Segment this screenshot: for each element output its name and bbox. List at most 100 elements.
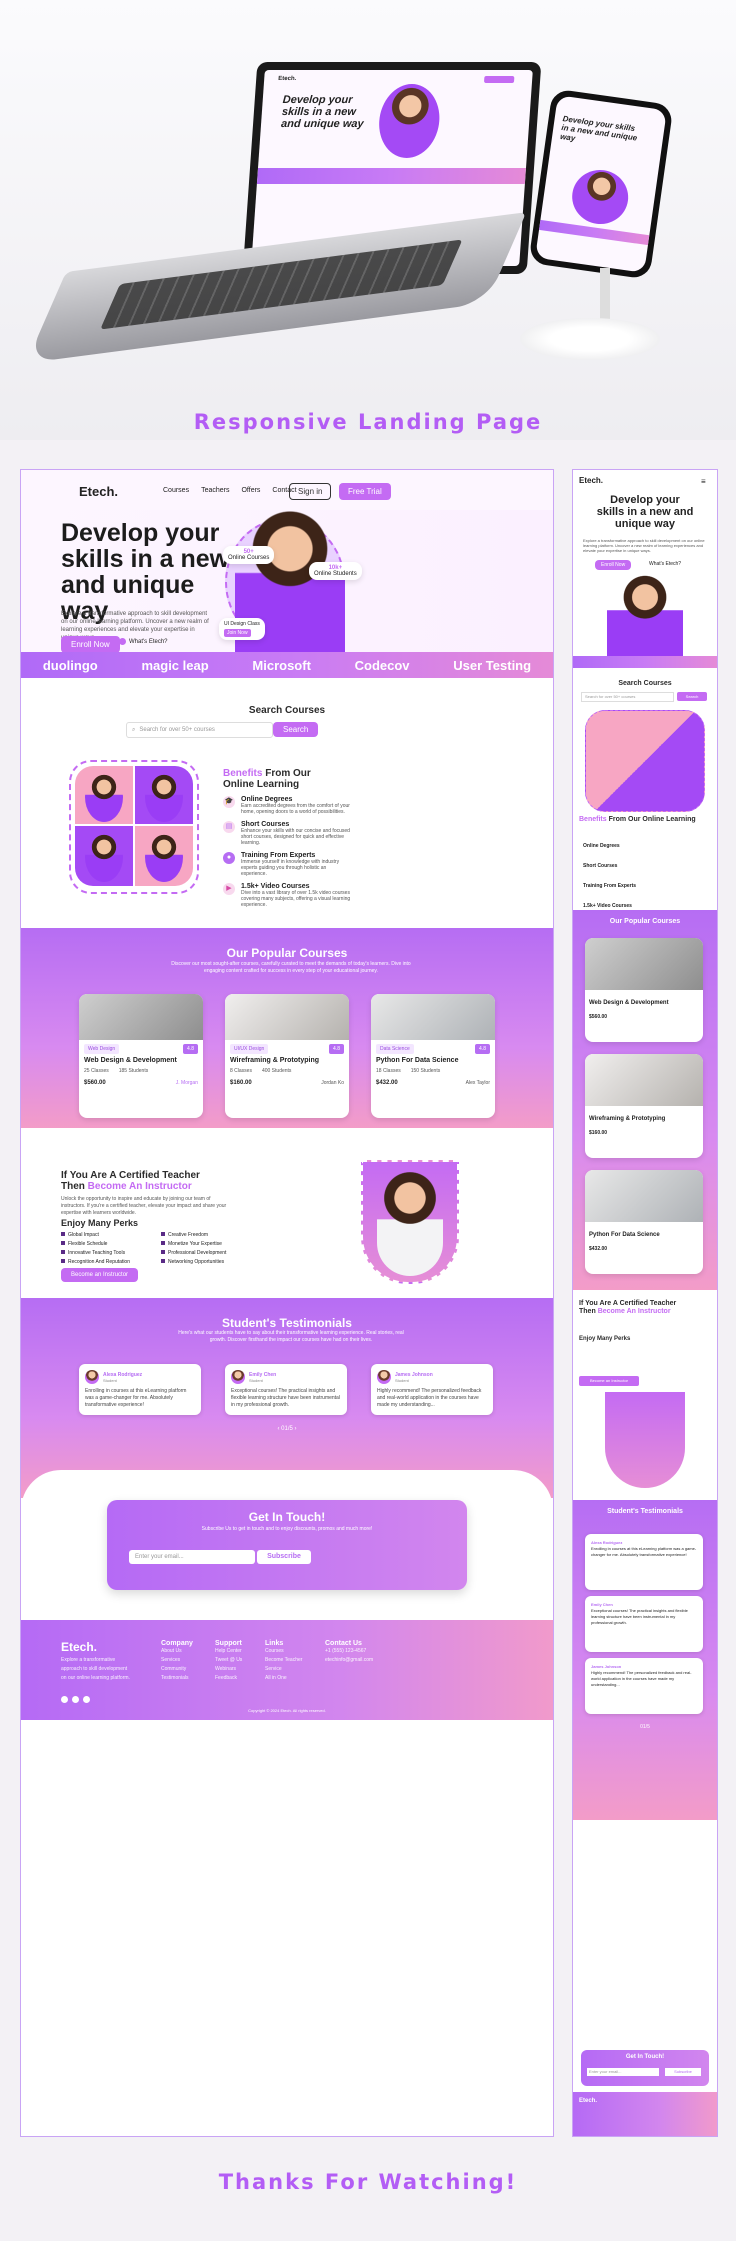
check-icon xyxy=(161,1232,165,1236)
subscribe-button[interactable]: Subscribe xyxy=(257,1550,311,1564)
join-now-button[interactable]: Join Now xyxy=(224,629,251,637)
testimonial-pager: ‹ 01/5 › xyxy=(277,1426,297,1432)
benefit-item: ▶ 1.5k+ Video Courses Dive into a vast li… xyxy=(223,883,353,908)
search-input[interactable]: ⌕ Search for over 50+ courses xyxy=(126,722,273,738)
benefits-title: Benefits From Our Online Learning xyxy=(223,768,311,790)
what-is-link[interactable]: What's Etech? xyxy=(119,638,168,645)
mobile-course-card[interactable]: Python For Data Science $432.00 xyxy=(585,1170,703,1274)
footer-logo[interactable]: Etech. xyxy=(61,1640,97,1654)
perk-item: Creative Freedom xyxy=(161,1232,261,1238)
mobile-enroll-button[interactable]: Enroll Now xyxy=(595,560,632,570)
hero-section: Develop your skills in a new and unique … xyxy=(21,502,553,658)
perks-title: Enjoy Many Perks xyxy=(61,1218,139,1228)
teacher-title: If You Are A Certified Teacher Then Beco… xyxy=(61,1170,200,1192)
partners-band: duolingo magic leap Microsoft Codecov Us… xyxy=(21,652,553,678)
mobile-popular-section: Our Popular Courses Web Design & Develop… xyxy=(573,910,717,1290)
course-image xyxy=(371,994,495,1040)
course-card[interactable]: Data Science 4.8 Python For Data Science … xyxy=(371,994,495,1118)
phone-stand-base xyxy=(520,318,660,360)
enroll-button[interactable]: Enroll Now xyxy=(61,636,120,653)
course-image xyxy=(225,994,349,1040)
mobile-course-card[interactable]: Web Design & Development $560.00 xyxy=(585,938,703,1042)
hamburger-menu-icon[interactable]: ≡ xyxy=(701,477,706,486)
mobile-teacher-title: If You Are A Certified Teacher Then Beco… xyxy=(579,1300,677,1315)
footer-social xyxy=(61,1696,90,1703)
mobile-what-is-link[interactable]: What's Etech? xyxy=(649,561,681,567)
sign-in-button[interactable]: Sign in xyxy=(289,483,332,500)
avatar xyxy=(85,1370,99,1384)
mobile-benefits-list: Online Degrees Short Courses Training Fr… xyxy=(583,843,637,909)
copyright: Copyright © 2024 Etech. All rights reser… xyxy=(248,1708,326,1713)
search-button[interactable]: Search xyxy=(273,722,319,737)
course-card[interactable]: UI/UX Design 4.8 Wireframing & Prototypin… xyxy=(225,994,349,1118)
nav-item-teachers[interactable]: Teachers xyxy=(201,487,229,494)
student-photo-3 xyxy=(75,826,133,886)
mobile-testimonials-title: Student's Testimonials xyxy=(607,1508,683,1515)
nav-item-courses[interactable]: Courses xyxy=(163,487,189,494)
become-instructor-button[interactable]: Become an Instructor xyxy=(61,1268,139,1282)
mobile-footer: Etech. xyxy=(573,2092,717,2136)
perk-item: Innovative Teaching Tools xyxy=(61,1250,161,1256)
mobile-subscribe-button[interactable]: Subscribe xyxy=(665,2068,701,2076)
teacher-description: Unlock the opportunity to inspire and ed… xyxy=(61,1196,227,1216)
popular-title: Our Popular Courses xyxy=(226,946,348,960)
mobile-hero-description: Explore a transformative approach to ski… xyxy=(583,538,705,553)
mobile-search-title: Search Courses xyxy=(618,680,672,687)
testimonial-card: James Johnson Student Highly recommend! T… xyxy=(371,1364,493,1415)
footer: Etech. Explore a transformative approach… xyxy=(21,1620,553,1720)
mobile-popular-title: Our Popular Courses xyxy=(609,918,681,925)
student-photo-4 xyxy=(135,826,193,886)
perk-item: Recognition And Reputation xyxy=(61,1259,161,1265)
mobile-benefits-title: Benefits From Our Online Learning xyxy=(579,816,696,823)
benefit-item: 🎓 Online Degrees Earn accredited degrees … xyxy=(223,796,350,815)
search-icon: ⌕ xyxy=(132,726,136,733)
mobile-search-input[interactable]: Search for over 50+ courses xyxy=(581,692,674,702)
free-trial-button[interactable]: Free Trial xyxy=(339,483,391,500)
mobile-become-instructor-button[interactable]: Become an Instructor xyxy=(579,1376,639,1386)
facebook-icon[interactable] xyxy=(61,1696,68,1703)
mobile-page: Etech. ≡ Develop your skills in a new an… xyxy=(572,469,718,2137)
check-icon xyxy=(161,1241,165,1245)
chevron-left-icon[interactable]: ‹ xyxy=(277,1426,279,1432)
mobile-benefits-image xyxy=(585,710,705,812)
perks-list: Global Impact Creative Freedom Flexible … xyxy=(61,1232,261,1265)
testimonials-title: Student's Testimonials xyxy=(222,1316,352,1330)
course-card[interactable]: Web Design 4.8 Web Design & Development 2… xyxy=(79,994,203,1118)
chevron-right-icon[interactable]: › xyxy=(295,1426,297,1432)
tutor-card: UI Design Class Join Now xyxy=(219,618,265,640)
avatar xyxy=(377,1370,391,1384)
nav-menu: Courses Teachers Offers Contact xyxy=(163,487,297,494)
mobile-search-button[interactable]: Search xyxy=(677,692,707,701)
email-input[interactable]: Enter your email... xyxy=(129,1550,255,1564)
book-icon: ▤ xyxy=(223,821,235,833)
mobile-footer-logo[interactable]: Etech. xyxy=(579,2098,597,2104)
mobile-contact-title: Get In Touch! xyxy=(625,2054,665,2060)
contact-card: Get In Touch! Subscribe Us to get in tou… xyxy=(107,1500,467,1590)
mobile-logo[interactable]: Etech. xyxy=(579,476,603,485)
student-photo-2 xyxy=(135,766,193,824)
popular-courses-section: Our Popular Courses Discover our most so… xyxy=(21,928,553,1128)
phone-hero-image xyxy=(568,166,632,228)
perk-item: Professional Development xyxy=(161,1250,261,1256)
mobile-hero-image xyxy=(607,572,683,656)
play-icon xyxy=(119,638,126,645)
nav-item-offers[interactable]: Offers xyxy=(241,487,260,494)
twitter-icon[interactable] xyxy=(72,1696,79,1703)
contact-subtitle: Subscribe Us to get in touch and to enjo… xyxy=(201,1526,373,1532)
phone-screen: Develop your skills in a new and unique … xyxy=(535,95,667,273)
mobile-email-input[interactable]: Enter your email... xyxy=(587,2068,659,2076)
mobile-course-card[interactable]: Wireframing & Prototyping $160.00 xyxy=(585,1054,703,1158)
graduation-cap-icon: 🎓 xyxy=(223,796,235,808)
avatar xyxy=(231,1370,245,1384)
check-icon xyxy=(61,1259,65,1263)
mobile-contact-card: Get In Touch! Enter your email... Subscr… xyxy=(581,2050,709,2086)
perk-item: Monetize Your Expertise xyxy=(161,1241,261,1247)
partner-codecov: Codecov xyxy=(354,657,410,673)
benefits-image-frame xyxy=(69,760,199,894)
student-photo-1 xyxy=(75,766,133,824)
mobile-testimonials-section: Student's Testimonials Alexa Rodriguez E… xyxy=(573,1500,717,1820)
instagram-icon[interactable] xyxy=(83,1696,90,1703)
logo[interactable]: Etech. xyxy=(79,484,118,499)
stat-students-card: 10k+ Online Students xyxy=(309,562,362,580)
testimonials-section: Student's Testimonials Here's what our s… xyxy=(21,1298,553,1498)
